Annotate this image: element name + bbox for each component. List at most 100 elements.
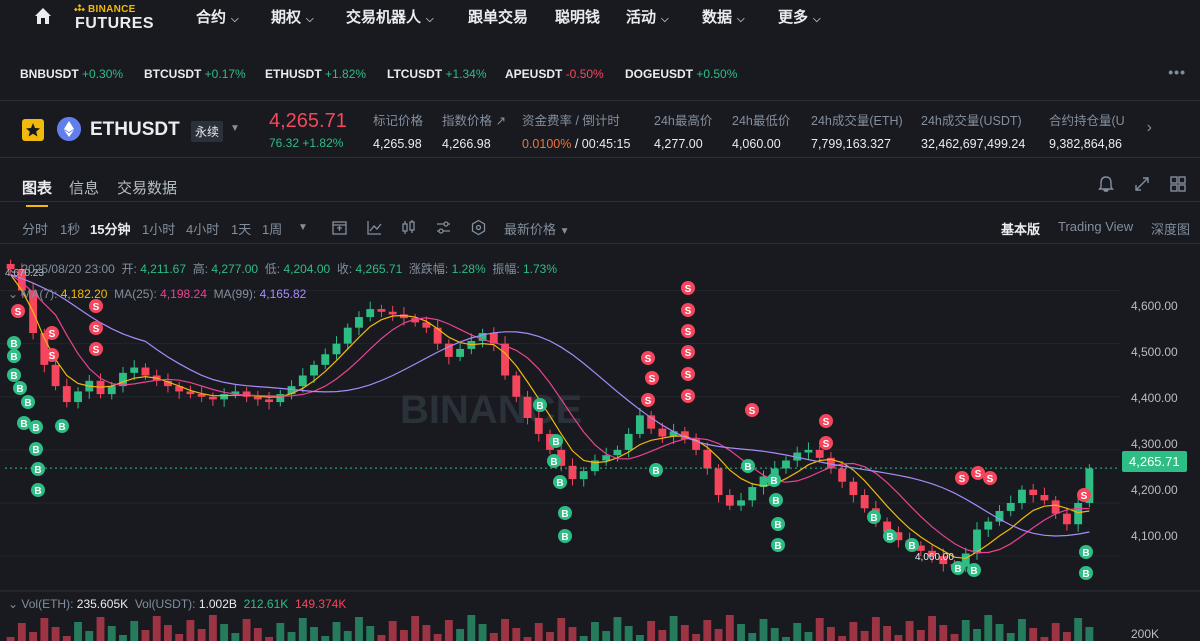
candle: [1051, 500, 1060, 514]
bell-icon[interactable]: [1097, 175, 1115, 193]
timeframe-option[interactable]: 1秒: [60, 219, 80, 238]
hexagon-settings-icon[interactable]: [470, 219, 487, 236]
view-trading-view[interactable]: Trading View: [1058, 219, 1133, 234]
volume-bar: [669, 616, 678, 641]
candle: [534, 418, 543, 434]
chevron-right-icon[interactable]: ›: [1147, 119, 1152, 137]
watermark: BINANCE: [400, 388, 582, 432]
volume-bar: [265, 637, 274, 641]
tab-trading-data[interactable]: 交易数据: [117, 177, 177, 198]
indicator-icon[interactable]: [331, 219, 348, 236]
favorite-star-icon[interactable]: [22, 119, 44, 141]
candle: [366, 309, 375, 318]
volume-bar: [905, 621, 914, 641]
sell-marker-label: S: [685, 348, 692, 359]
buy-marker-label: B: [908, 541, 915, 552]
nav-contracts[interactable]: 合约 ⌵: [196, 6, 239, 27]
volume-bar: [51, 627, 60, 641]
candle: [332, 343, 341, 355]
volume-bar: [534, 623, 543, 641]
timeframe-dropdown-icon[interactable]: ▼: [298, 222, 308, 233]
price-chart[interactable]: BINANCE S S S S S S S S S S S S S S S S S S S S S S B B B B B B B B B B B…: [0, 248, 1200, 641]
sell-marker-label: S: [1081, 491, 1088, 502]
volume-bar: [208, 615, 217, 641]
timeframe-option[interactable]: 4小时: [186, 219, 219, 238]
candle: [1029, 489, 1038, 496]
settings-sliders-icon[interactable]: [435, 219, 452, 236]
volume-bar: [973, 629, 981, 641]
candle: [1062, 513, 1071, 525]
candle: [51, 364, 60, 387]
sell-marker-label: S: [959, 474, 966, 485]
nav-activities[interactable]: 活动 ⌵: [626, 6, 669, 27]
ticker-item[interactable]: LTCUSDT +1.34%: [387, 67, 487, 81]
buy-marker-label: B: [772, 496, 779, 507]
candlestick-chart[interactable]: BINANCES SSSSS SSSSSSSSSSSSS S SSBBBBBB BBBBB…: [0, 248, 1200, 641]
buy-marker-label: B: [552, 437, 559, 448]
volume-bar: [355, 617, 363, 641]
stat-24h-high: 24h最高价 4,277.00: [654, 114, 713, 151]
ticker-item[interactable]: APEUSDT -0.50%: [505, 67, 604, 81]
volume-bar: [591, 622, 599, 641]
nav-trading-bots[interactable]: 交易机器人 ⌵: [346, 6, 434, 27]
more-dots-icon[interactable]: •••: [1168, 64, 1186, 80]
view-basic[interactable]: 基本版: [1001, 219, 1040, 238]
ticker-item[interactable]: ETHUSDT +1.82%: [265, 67, 366, 81]
volume-bar: [332, 622, 341, 641]
timeframe-option-selected[interactable]: 15分钟: [90, 219, 130, 238]
ticker-item[interactable]: BTCUSDT +0.17%: [144, 67, 246, 81]
symbol-dropdown-icon[interactable]: ▼: [230, 123, 240, 134]
collapse-chevron-icon[interactable]: ⌄: [8, 287, 18, 301]
nav-data[interactable]: 数据 ⌵: [702, 6, 745, 27]
candlestick-icon[interactable]: [400, 219, 417, 236]
nav-copy-trading[interactable]: 跟单交易: [468, 6, 528, 27]
logo-bottom-text: FUTURES: [75, 15, 155, 32]
price-type-select[interactable]: 最新价格 ▼: [504, 219, 570, 238]
stat-index-price[interactable]: 指数价格 ↗ 4,266.98: [442, 110, 506, 151]
ticker-item[interactable]: BNBUSDT +0.30%: [20, 67, 123, 81]
view-depth[interactable]: 深度图: [1151, 219, 1190, 238]
candle: [501, 343, 509, 376]
binance-futures-logo[interactable]: BINANCE FUTURES: [74, 2, 174, 32]
nav-smart-money[interactable]: 聪明钱: [555, 6, 600, 27]
sell-marker-label: S: [49, 351, 56, 362]
home-icon[interactable]: [33, 6, 53, 26]
sell-marker-label: S: [685, 306, 692, 317]
volume-bar: [411, 616, 420, 641]
volume-bar: [815, 618, 824, 641]
tab-info[interactable]: 信息: [69, 177, 99, 198]
timeframe-option[interactable]: 1天: [231, 219, 251, 238]
layout-grid-icon[interactable]: [1169, 175, 1187, 193]
candle: [849, 481, 858, 496]
candle: [860, 495, 869, 509]
volume-bar: [703, 620, 712, 641]
volume-bar: [916, 630, 925, 641]
timeframe-option[interactable]: 分时: [22, 219, 48, 238]
candle: [1006, 503, 1015, 511]
nav-more[interactable]: 更多 ⌵: [778, 6, 821, 27]
volume-bar: [512, 628, 521, 641]
ma7-line: [10, 274, 1090, 559]
ticker-item[interactable]: DOGEUSDT +0.50%: [625, 67, 737, 81]
volume-bar: [388, 621, 397, 641]
nav-options[interactable]: 期权 ⌵: [271, 6, 314, 27]
candle: [748, 487, 757, 501]
ohlc-legend: ⌄ 2025/08/20 23:00 开: 4,211.67 高: 4,277.…: [8, 262, 558, 276]
expand-icon[interactable]: [1133, 175, 1151, 193]
symbol-name[interactable]: ETHUSDT: [90, 119, 180, 141]
volume-bar: [838, 636, 847, 641]
candle: [265, 399, 274, 403]
timeframe-option[interactable]: 1小时: [142, 219, 175, 238]
tab-chart[interactable]: 图表: [22, 177, 52, 207]
chevron-down-icon: ⌵: [231, 14, 239, 25]
contract-type-badge: 永续: [191, 121, 224, 142]
volume-bar: [546, 632, 554, 641]
volume-bar: [186, 620, 195, 641]
volume-bar: [602, 631, 611, 641]
collapse-chevron-icon[interactable]: ⌄: [8, 597, 18, 611]
volume-bar: [770, 628, 779, 641]
line-chart-icon[interactable]: [366, 219, 383, 236]
timeframe-option[interactable]: 1周: [262, 219, 282, 238]
stat-funding-rate: 资金费率 / 倒计时 0.0100% / 00:45:15: [522, 114, 631, 151]
ticker-bar: BNBUSDT +0.30% BTCUSDT +0.17% ETHUSDT +1…: [0, 60, 1200, 88]
